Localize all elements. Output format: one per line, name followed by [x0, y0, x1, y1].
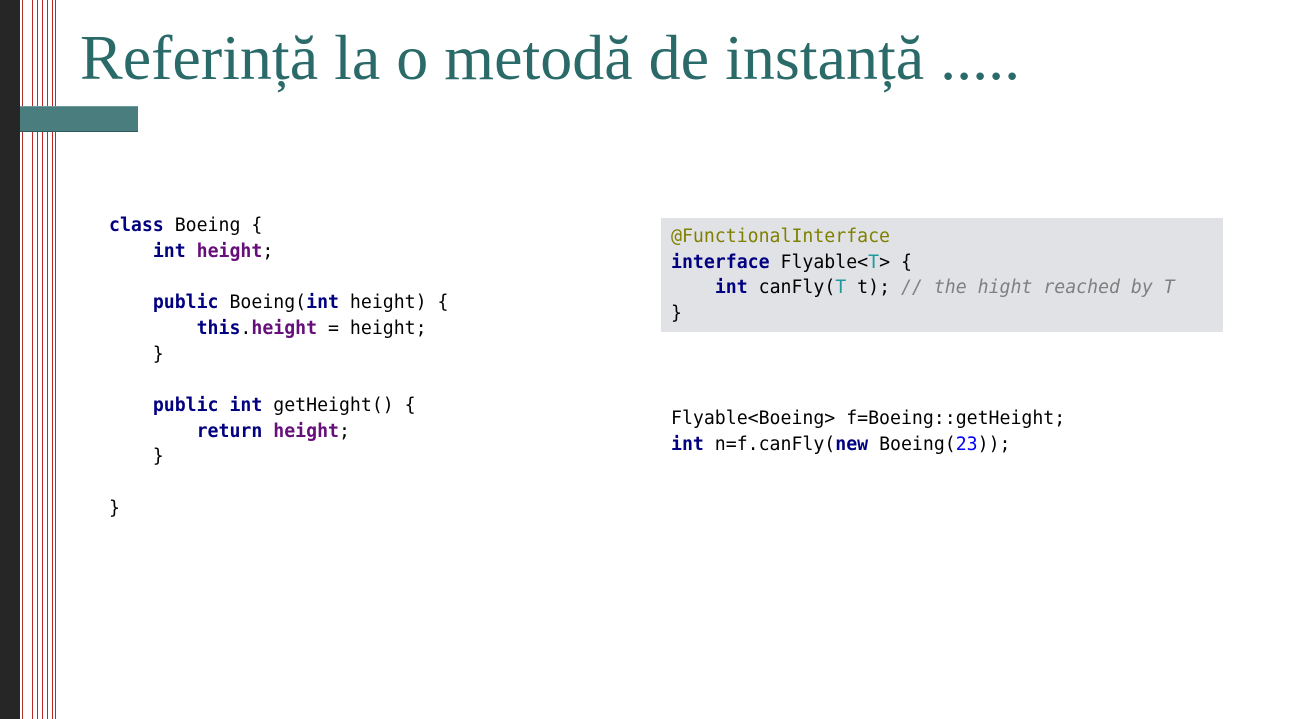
code-token: .: [240, 317, 252, 339]
code-token: t);: [846, 277, 901, 299]
slide-title: Referință la o metodă de instanță .....: [80, 22, 1021, 93]
code-token: T: [835, 277, 847, 299]
code-comment: // the hight reached by T: [900, 277, 1175, 299]
code-token: ));: [977, 433, 1011, 455]
code-token: int: [671, 433, 704, 455]
code-token: n=f.canFly(: [703, 433, 836, 455]
code-token: int: [229, 394, 263, 416]
code-token: }: [671, 303, 682, 325]
code-token: int: [714, 277, 748, 299]
title-accent-bar: [20, 106, 138, 132]
code-token: int: [152, 240, 186, 262]
code-token: return: [196, 420, 263, 442]
code-token: height: [251, 317, 318, 339]
flyable-interface-code: @FunctionalInterface interface Flyable<T…: [671, 224, 1175, 327]
code-token: height: [273, 420, 339, 442]
code-token: public: [152, 394, 219, 416]
code-token: public: [152, 292, 219, 314]
code-token: Boeing(: [218, 292, 307, 314]
code-token: new: [835, 433, 869, 455]
left-dark-strip: [0, 0, 20, 719]
method-reference-usage-code: Flyable<Boeing> f=Boeing::getHeight; int…: [671, 406, 1065, 457]
code-token: T: [868, 251, 880, 273]
code-token: height: [196, 240, 263, 262]
code-token: Boeing(: [868, 433, 956, 455]
code-token: interface: [671, 251, 770, 273]
code-token: 23: [955, 433, 978, 455]
code-token: class: [109, 215, 164, 236]
code-token: Flyable<: [769, 251, 869, 273]
code-token: Flyable<Boeing> f=Boeing::getHeight;: [671, 408, 1066, 429]
code-token: @FunctionalInterface: [671, 226, 890, 247]
code-token: canFly(: [747, 277, 836, 299]
code-token: int: [306, 292, 339, 314]
code-token: this: [196, 317, 241, 339]
boeing-class-code: class Boeing { int height; public Boeing…: [109, 213, 448, 521]
